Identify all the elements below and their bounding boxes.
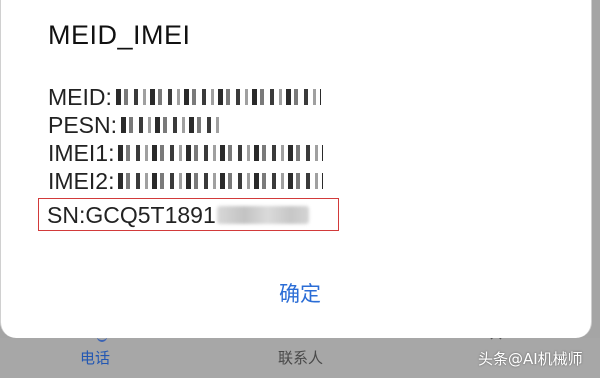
imei1-label: IMEI1: xyxy=(48,140,115,166)
imei2-label: IMEI2: xyxy=(48,168,115,194)
confirm-button[interactable]: 确定 xyxy=(250,274,350,314)
device-id-list: MEID: PESN: IMEI1: IMEI2: xyxy=(48,83,324,195)
pesn-label: PESN: xyxy=(48,112,118,138)
sn-highlight-box xyxy=(38,198,339,231)
meid-value-redacted xyxy=(115,89,321,105)
meid-label: MEID: xyxy=(48,84,112,110)
meid-row: MEID: xyxy=(48,83,323,111)
nav-tab-phone[interactable]: 电话 xyxy=(80,348,110,368)
imei2-value-redacted xyxy=(118,173,324,189)
imei2-row: IMEI2: xyxy=(48,167,324,195)
phone-screen: 电话 联系人 MEID_IMEI MEID: PESN: IMEI1: IMEI… xyxy=(0,0,600,378)
imei1-row: IMEI1: xyxy=(48,139,324,167)
dialog-title: MEID_IMEI xyxy=(48,20,191,50)
imei1-value-redacted xyxy=(118,145,324,161)
pesn-row: PESN: xyxy=(48,111,323,139)
watermark: 头条@AI机械师 xyxy=(478,350,583,368)
nav-tab-contacts[interactable]: 联系人 xyxy=(278,348,323,368)
pesn-value-redacted xyxy=(121,117,222,133)
